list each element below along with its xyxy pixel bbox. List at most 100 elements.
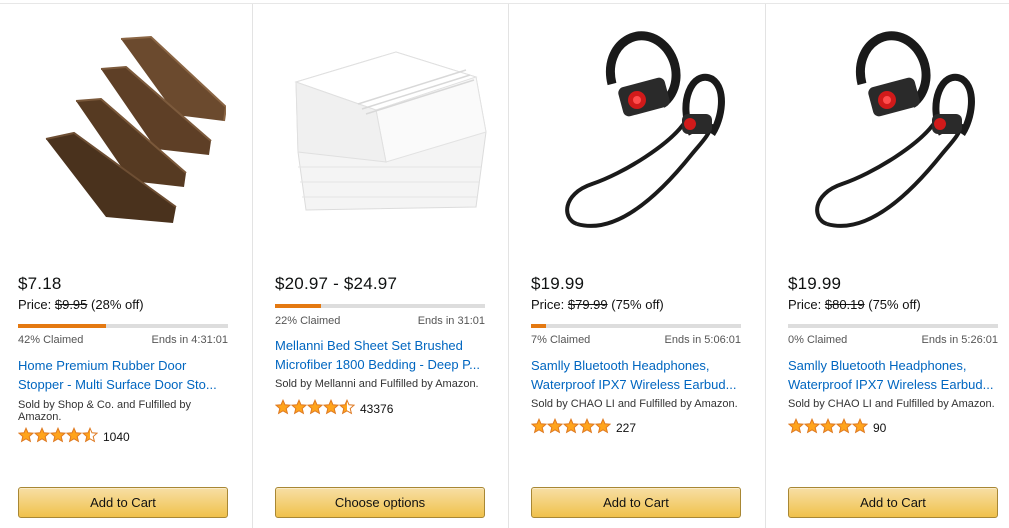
ends-in-timer: Ends in 4:31:01	[151, 334, 228, 346]
star-icon	[851, 417, 869, 439]
deal-price: $19.99	[531, 274, 585, 293]
star-icon	[546, 417, 564, 439]
add-to-cart-button[interactable]: Add to Cart	[18, 487, 228, 518]
claimed-progress-fill	[18, 324, 107, 328]
star-icon	[835, 417, 853, 439]
product-image[interactable]	[770, 14, 1009, 244]
claimed-percent: 22% Claimed	[275, 315, 341, 327]
claim-status-row: 7% Claimed Ends in 5:06:01	[531, 334, 741, 346]
card-divider	[508, 4, 509, 528]
title-line-1: Home Premium Rubber Door	[18, 358, 187, 373]
card-divider	[252, 4, 253, 528]
discount-percent: (75% off)	[611, 297, 664, 312]
product-image[interactable]	[257, 14, 509, 244]
title-line-1: Samlly Bluetooth Headphones,	[788, 358, 967, 373]
claim-status-row: 0% Claimed Ends in 5:26:01	[788, 334, 998, 346]
seller-info: Sold by Shop & Co. and Fulfilled by Amaz…	[18, 399, 192, 423]
door-stopper-image	[45, 35, 226, 223]
product-title-link[interactable]: Home Premium Rubber Door Stopper - Multi…	[18, 356, 233, 394]
star-icon	[81, 426, 99, 448]
review-count: 43376	[360, 402, 394, 416]
claimed-progress-bar	[788, 324, 998, 328]
price-label: Price:	[18, 297, 52, 312]
list-price-line: Price: $9.95 (28% off)	[18, 297, 144, 312]
star-icon	[274, 398, 292, 420]
star-icon	[322, 398, 340, 420]
claimed-progress-fill	[275, 304, 322, 308]
deal-price-range: $20.97 - $24.97	[275, 274, 398, 293]
original-price: $80.19	[824, 297, 865, 312]
original-price: $9.95	[54, 297, 88, 312]
star-icon	[65, 426, 83, 448]
deal-card-bed-sheet: $20.97 - $24.97 22% Claimed Ends in 31:0…	[257, 4, 509, 528]
original-price: $79.99	[567, 297, 608, 312]
star-icon	[562, 417, 580, 439]
deal-card-headphones: $19.99 Price: $79.99 (75% off) 7% Claime…	[513, 4, 765, 528]
seller-info: Sold by Mellanni and Fulfilled by Amazon…	[275, 378, 479, 390]
add-to-cart-button[interactable]: Add to Cart	[788, 487, 998, 518]
star-icon	[306, 398, 324, 420]
star-icon	[787, 417, 805, 439]
ends-in-timer: Ends in 5:06:01	[664, 334, 741, 346]
product-title-link[interactable]: Samlly Bluetooth Headphones, Waterproof …	[788, 356, 1003, 394]
deal-price: $19.99	[788, 274, 842, 293]
star-icon	[819, 417, 837, 439]
seller-info: Sold by CHAO LI and Fulfilled by Amazon.	[788, 398, 995, 410]
rating-row[interactable]: 227	[530, 417, 637, 439]
rating-row[interactable]: 1040	[17, 426, 130, 448]
review-count: 1040	[103, 430, 130, 444]
review-count: 90	[873, 421, 887, 435]
list-price-line: Price: $80.19 (75% off)	[788, 297, 921, 312]
claimed-percent: 7% Claimed	[531, 334, 591, 346]
star-rating	[17, 426, 99, 448]
star-icon	[530, 417, 548, 439]
title-line-2: Waterproof IPX7 Wireless Earbud...	[531, 377, 737, 392]
star-rating	[787, 417, 869, 439]
star-icon	[49, 426, 67, 448]
claimed-percent: 0% Claimed	[788, 334, 848, 346]
discount-percent: (75% off)	[868, 297, 921, 312]
discount-percent: (28% off)	[91, 297, 144, 312]
rating-row[interactable]: 43376	[274, 398, 394, 420]
product-title-link[interactable]: Samlly Bluetooth Headphones, Waterproof …	[531, 356, 746, 394]
list-price-line: Price: $79.99 (75% off)	[531, 297, 664, 312]
deals-row: $7.18 Price: $9.95 (28% off) 42% Claimed…	[0, 0, 1009, 528]
star-icon	[594, 417, 612, 439]
product-title-link[interactable]: Mellanni Bed Sheet Set Brushed Microfibe…	[275, 336, 490, 374]
star-icon	[290, 398, 308, 420]
title-line-2: Microfiber 1800 Bedding - Deep P...	[275, 357, 480, 372]
deal-price: $7.18	[18, 274, 62, 293]
bed-sheet-image	[293, 50, 487, 211]
star-icon	[578, 417, 596, 439]
star-icon	[33, 426, 51, 448]
claimed-progress-bar	[531, 324, 741, 328]
title-line-2: Stopper - Multi Surface Door Sto...	[18, 377, 217, 392]
product-image[interactable]	[513, 14, 765, 244]
review-count: 227	[616, 421, 637, 435]
star-icon	[803, 417, 821, 439]
claim-status-row: 42% Claimed Ends in 4:31:01	[18, 334, 228, 346]
title-line-1: Mellanni Bed Sheet Set Brushed	[275, 338, 463, 353]
star-rating	[530, 417, 612, 439]
deal-card-door-stopper: $7.18 Price: $9.95 (28% off) 42% Claimed…	[0, 4, 252, 528]
star-icon	[17, 426, 35, 448]
ends-in-timer: Ends in 5:26:01	[921, 334, 998, 346]
seller-info: Sold by CHAO LI and Fulfilled by Amazon.	[531, 398, 738, 410]
card-divider	[765, 4, 766, 528]
ends-in-timer: Ends in 31:01	[417, 315, 485, 327]
claim-status-row: 22% Claimed Ends in 31:01	[275, 315, 485, 327]
claimed-progress-fill	[531, 324, 546, 328]
claimed-percent: 42% Claimed	[18, 334, 84, 346]
headphones-image	[815, 31, 975, 228]
title-line-1: Samlly Bluetooth Headphones,	[531, 358, 710, 373]
product-image[interactable]	[0, 14, 252, 244]
star-icon	[338, 398, 356, 420]
claimed-progress-bar	[275, 304, 485, 308]
claimed-progress-bar	[18, 324, 228, 328]
deal-card-headphones-2: $19.99 Price: $80.19 (75% off) 0% Claime…	[770, 4, 1009, 528]
title-line-2: Waterproof IPX7 Wireless Earbud...	[788, 377, 994, 392]
add-to-cart-button[interactable]: Add to Cart	[531, 487, 741, 518]
rating-row[interactable]: 90	[787, 417, 887, 439]
headphones-image	[564, 31, 725, 228]
choose-options-button[interactable]: Choose options	[275, 487, 485, 518]
